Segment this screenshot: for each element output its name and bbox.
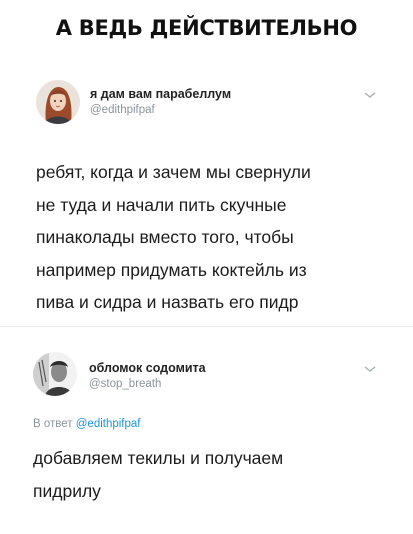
tweet-text-line: пива и сидра и назвать его пидр xyxy=(36,292,299,312)
tweet-text-line: пидрилу xyxy=(33,480,101,501)
tweet-text-line: не туда и начали пить скучные xyxy=(36,194,287,215)
reply-prefix: В ответ xyxy=(33,418,73,430)
tweet-header: я дам вам парабеллум @edithpifpaf xyxy=(0,70,413,130)
tweet-text-line: ребят, когда и зачем мы свернули xyxy=(36,162,311,182)
woman-portrait-avatar-icon xyxy=(36,80,80,124)
tweet-text-line: пинаколады вместо того, чтобы xyxy=(36,227,294,247)
reply-context: В ответ @edithpifpaf xyxy=(33,418,141,430)
reply-tweet: обломок содомита @stop_breath В ответ @e… xyxy=(0,348,413,501)
tweet-text-line: например придумать коктейль из xyxy=(36,259,307,280)
tweet-header: обломок содомита @stop_breath xyxy=(0,348,413,408)
author-name[interactable]: я дам вам парабеллум xyxy=(90,87,231,101)
meme-caption: А ВЕДЬ ДЕЙСТВИТЕЛЬНО xyxy=(55,16,358,40)
author-handle[interactable]: @stop_breath xyxy=(89,378,161,390)
tweet-divider xyxy=(0,326,413,327)
reply-mention-link[interactable]: @edithpifpaf xyxy=(76,418,141,430)
man-portrait-avatar-icon xyxy=(33,352,77,396)
tweet-text: ребят, когда и зачем мы свернули не туда… xyxy=(36,156,386,319)
avatar[interactable] xyxy=(33,352,77,396)
tweet-text: добавляем текилы и получаем пидрилу xyxy=(33,442,393,507)
tweet-text-line: добавляем текилы и получаем xyxy=(33,448,284,468)
main-tweet: я дам вам парабеллум @edithpifpaf ребят,… xyxy=(0,70,413,312)
chevron-down-icon[interactable] xyxy=(363,364,377,374)
avatar[interactable] xyxy=(36,80,80,124)
author-handle[interactable]: @edithpifpaf xyxy=(90,104,155,116)
author-name[interactable]: обломок содомита xyxy=(89,361,206,375)
chevron-down-icon[interactable] xyxy=(363,90,377,100)
